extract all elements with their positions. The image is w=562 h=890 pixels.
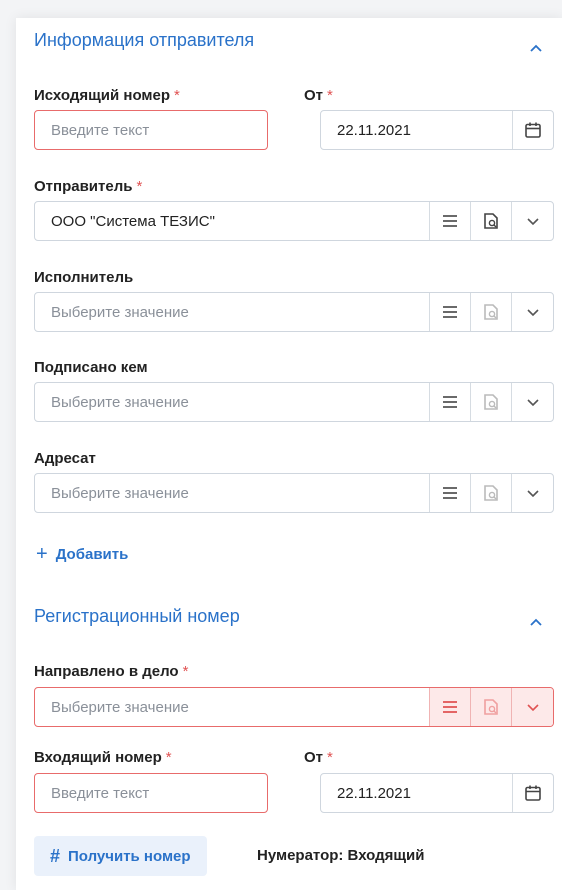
list-icon <box>443 306 457 318</box>
outgoing-date-value[interactable]: 22.11.2021 <box>321 111 512 149</box>
add-link-label: Добавить <box>55 546 129 563</box>
incoming-date-label: От * <box>304 749 333 766</box>
signed-by-lookup-button[interactable] <box>470 383 511 421</box>
addressee-label: Адресат <box>34 450 96 467</box>
signed-by-label: Подписано кем <box>34 359 148 376</box>
outgoing-number-input[interactable]: Введите текст <box>34 110 268 150</box>
lookup-icon <box>484 485 498 501</box>
signed-by-placeholder[interactable]: Выберите значение <box>35 383 429 421</box>
chevron-down-icon <box>526 399 539 407</box>
sender-label: Отправитель * <box>34 178 143 195</box>
addressee-lookup-button[interactable] <box>470 474 511 512</box>
calendar-icon <box>525 785 541 801</box>
sent-to-case-lookup-button[interactable] <box>470 688 511 726</box>
sender-value[interactable]: ООО "Система ТЕЗИС" <box>35 202 429 240</box>
incoming-date-field[interactable]: 22.11.2021 <box>320 773 554 813</box>
calendar-icon <box>525 122 541 138</box>
incoming-number-placeholder: Введите текст <box>51 784 150 802</box>
sender-section-title: Информация отправителя <box>34 30 255 50</box>
get-number-button[interactable]: # Получить номер <box>34 836 207 876</box>
sender-lookup-button[interactable] <box>470 202 511 240</box>
calendar-button[interactable] <box>512 111 553 149</box>
executor-list-button[interactable] <box>429 293 470 331</box>
sender-select[interactable]: ООО "Система ТЕЗИС" <box>34 201 554 241</box>
signed-by-select[interactable]: Выберите значение <box>34 382 554 422</box>
outgoing-number-label: Исходящий номер * <box>34 87 180 104</box>
addressee-select[interactable]: Выберите значение <box>34 473 554 513</box>
chevron-down-icon <box>526 704 539 712</box>
addressee-placeholder[interactable]: Выберите значение <box>35 474 429 512</box>
list-icon <box>443 487 457 499</box>
lookup-icon <box>484 699 498 715</box>
sent-to-case-dropdown-button[interactable] <box>511 688 553 726</box>
outgoing-date-field[interactable]: 22.11.2021 <box>320 110 554 150</box>
chevron-down-icon <box>526 309 539 317</box>
get-number-label: Получить номер <box>68 847 191 865</box>
form-panel: Информация отправителя Исходящий номер * … <box>16 18 562 890</box>
incoming-date-value[interactable]: 22.11.2021 <box>321 774 512 812</box>
registration-section-title: Регистрационный номер <box>34 606 240 626</box>
chevron-down-icon <box>526 218 539 226</box>
outgoing-date-label: От * <box>304 87 333 104</box>
addressee-dropdown-button[interactable] <box>511 474 553 512</box>
sent-to-case-list-button[interactable] <box>429 688 470 726</box>
plus-icon: + <box>36 543 48 565</box>
chevron-down-icon <box>526 490 539 498</box>
incoming-number-input[interactable]: Введите текст <box>34 773 268 813</box>
executor-lookup-button[interactable] <box>470 293 511 331</box>
executor-placeholder[interactable]: Выберите значение <box>35 293 429 331</box>
list-icon <box>443 701 457 713</box>
signed-by-dropdown-button[interactable] <box>511 383 553 421</box>
incoming-number-label: Входящий номер * <box>34 749 172 766</box>
lookup-icon <box>484 304 498 320</box>
calendar-button[interactable] <box>512 774 553 812</box>
sender-list-button[interactable] <box>429 202 470 240</box>
add-addressee-link[interactable]: + Добавить <box>36 543 128 566</box>
chevron-up-icon[interactable] <box>530 42 542 54</box>
lookup-icon <box>484 394 498 410</box>
sender-dropdown-button[interactable] <box>511 202 553 240</box>
lookup-icon <box>484 213 498 229</box>
hash-icon: # <box>50 845 61 866</box>
addressee-list-button[interactable] <box>429 474 470 512</box>
sent-to-case-label: Направлено в дело * <box>34 663 189 680</box>
signed-by-list-button[interactable] <box>429 383 470 421</box>
sent-to-case-placeholder[interactable]: Выберите значение <box>35 688 429 726</box>
numerator-text: Нумератор: Входящий <box>257 847 425 864</box>
executor-dropdown-button[interactable] <box>511 293 553 331</box>
list-icon <box>443 396 457 408</box>
executor-label: Исполнитель <box>34 269 134 286</box>
sent-to-case-select[interactable]: Выберите значение <box>34 687 554 727</box>
chevron-up-icon[interactable] <box>530 616 542 628</box>
executor-select[interactable]: Выберите значение <box>34 292 554 332</box>
outgoing-number-placeholder: Введите текст <box>51 121 150 139</box>
list-icon <box>443 215 457 227</box>
